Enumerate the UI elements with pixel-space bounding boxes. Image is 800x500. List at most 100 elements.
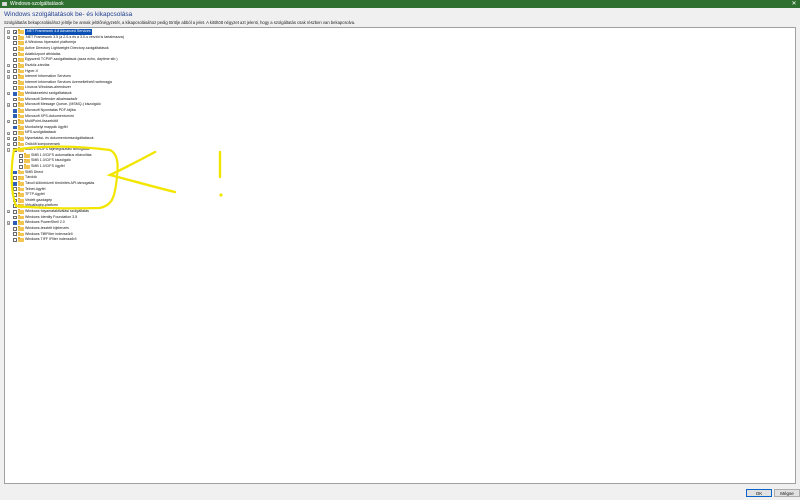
feature-checkbox[interactable]	[13, 209, 17, 214]
folder-icon	[18, 108, 24, 113]
expand-icon[interactable]: +	[7, 221, 11, 225]
feature-checkbox[interactable]	[13, 136, 17, 141]
folder-icon	[18, 124, 24, 130]
feature-checkbox[interactable]	[13, 187, 17, 192]
feature-checkbox[interactable]	[13, 97, 17, 102]
feature-checkbox[interactable]	[13, 30, 17, 34]
feature-checkbox[interactable]	[13, 41, 17, 46]
feature-checkbox[interactable]	[13, 86, 17, 91]
feature-checkbox[interactable]	[13, 226, 17, 231]
feature-checkbox[interactable]	[13, 131, 17, 136]
folder-icon	[18, 85, 24, 91]
expand-icon[interactable]: +	[7, 36, 11, 40]
feature-checkbox[interactable]	[19, 164, 23, 169]
feature-label: Windows TIFF IFilter indexszűrő	[25, 237, 77, 242]
expand-icon[interactable]: +	[7, 64, 11, 68]
folder-icon	[18, 214, 24, 220]
feature-checkbox[interactable]	[13, 80, 17, 85]
expand-icon[interactable]: +	[7, 120, 11, 124]
folder-icon	[18, 74, 24, 79]
feature-checkbox[interactable]	[13, 58, 17, 62]
folder-icon	[18, 141, 24, 147]
feature-checkbox[interactable]	[19, 153, 23, 158]
folder-icon	[18, 80, 24, 85]
ok-button[interactable]: OK	[746, 489, 772, 497]
folder-icon	[18, 231, 24, 237]
feature-checkbox[interactable]	[13, 181, 17, 186]
feature-checkbox[interactable]	[13, 221, 17, 225]
feature-checkbox[interactable]	[13, 52, 17, 57]
folder-icon	[18, 186, 24, 192]
folder-icon	[18, 209, 24, 214]
folder-icon	[18, 136, 24, 141]
folder-icon	[18, 63, 24, 68]
expand-icon[interactable]: +	[7, 137, 11, 141]
feature-checkbox[interactable]	[19, 159, 23, 164]
folder-icon	[18, 181, 24, 186]
folder-icon	[18, 237, 24, 242]
feature-checkbox[interactable]	[13, 114, 17, 119]
expand-icon[interactable]: +	[7, 142, 11, 146]
feature-checkbox[interactable]	[13, 46, 17, 51]
expand-icon[interactable]: +	[7, 30, 11, 34]
expand-icon[interactable]: +	[7, 210, 11, 214]
folder-icon	[18, 96, 24, 102]
expand-icon[interactable]: +	[7, 69, 11, 73]
folder-icon	[24, 158, 30, 164]
feature-checkbox[interactable]	[13, 193, 17, 197]
folder-icon	[18, 102, 24, 108]
feature-checkbox[interactable]	[13, 75, 17, 79]
folder-icon	[18, 113, 24, 119]
feature-checkbox[interactable]	[13, 176, 17, 180]
window-title: Windows-szolgáltatások	[10, 1, 64, 7]
page-title: Windows szolgáltatások be- és kikapcsolá…	[4, 11, 133, 18]
feature-checkbox[interactable]	[13, 232, 17, 237]
feature-checkbox[interactable]	[13, 215, 17, 220]
folder-icon	[18, 203, 24, 209]
folder-icon	[18, 220, 24, 226]
folder-icon	[18, 29, 24, 34]
folder-icon	[18, 198, 24, 203]
expand-icon[interactable]: +	[7, 103, 11, 107]
title-bar: Windows-szolgáltatások ✕	[0, 0, 800, 8]
feature-checkbox[interactable]	[13, 35, 17, 40]
feature-checkbox[interactable]	[13, 238, 17, 242]
folder-icon	[24, 153, 30, 158]
folder-icon	[18, 35, 24, 40]
folder-icon	[18, 46, 24, 51]
feature-checkbox[interactable]	[13, 170, 17, 175]
feature-checkbox[interactable]	[13, 69, 17, 74]
folder-icon	[18, 40, 24, 46]
features-tree[interactable]: + .NET Framework 4.8 Advanced Services + .N…	[4, 27, 796, 484]
folder-icon	[18, 119, 24, 124]
feature-checkbox[interactable]	[13, 125, 17, 130]
tree-row[interactable]: Windows TIFF IFilter indexszűrő	[5, 237, 785, 243]
feature-checkbox[interactable]	[13, 148, 17, 152]
folder-icon	[18, 51, 24, 57]
folder-icon	[18, 192, 24, 197]
feature-checkbox[interactable]	[13, 91, 17, 96]
folder-icon	[18, 91, 24, 96]
folder-icon	[18, 130, 24, 136]
feature-checkbox[interactable]	[13, 198, 17, 203]
feature-checkbox[interactable]	[13, 204, 17, 209]
folder-icon	[18, 57, 24, 63]
feature-checkbox[interactable]	[13, 108, 17, 113]
folder-icon	[18, 175, 24, 181]
feature-checkbox[interactable]	[13, 63, 17, 68]
feature-checkbox[interactable]	[13, 103, 17, 107]
folder-icon	[18, 147, 24, 153]
app-icon	[2, 2, 7, 6]
collapse-icon[interactable]: −	[7, 148, 11, 152]
close-icon[interactable]: ✕	[790, 0, 798, 8]
cancel-button[interactable]: Mégse	[774, 489, 800, 497]
folder-icon	[18, 68, 24, 74]
expand-icon[interactable]: +	[7, 92, 11, 96]
page-description: Szolgáltatás bekapcsolásához jelölje be …	[4, 20, 356, 25]
feature-checkbox[interactable]	[13, 120, 17, 124]
expand-icon[interactable]: +	[7, 131, 11, 135]
feature-checkbox[interactable]	[13, 142, 17, 147]
folder-icon	[18, 169, 24, 175]
folder-icon	[24, 164, 30, 169]
expand-icon[interactable]: +	[7, 75, 11, 79]
